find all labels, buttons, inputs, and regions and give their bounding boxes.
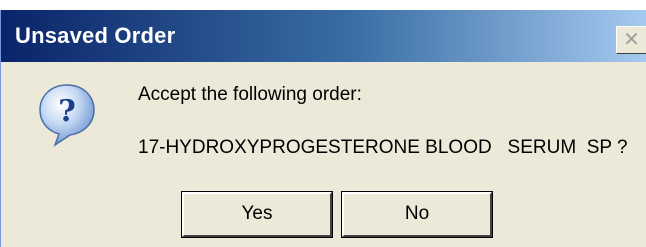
title-bar[interactable]: Unsaved Order ✕: [1, 10, 646, 62]
window-title: Unsaved Order: [15, 23, 176, 48]
close-button[interactable]: ✕: [616, 26, 646, 54]
unsaved-order-dialog: Unsaved Order ✕ ? Accept the following o…: [0, 10, 646, 247]
yes-button[interactable]: Yes: [181, 191, 333, 238]
close-icon: ✕: [623, 27, 640, 51]
svg-text:?: ?: [58, 94, 76, 129]
message-order-name: 17-HYDROXYPROGESTERONE BLOOD SERUM SP ?: [138, 137, 628, 158]
no-button[interactable]: No: [341, 191, 493, 238]
question-icon: ?: [39, 84, 95, 147]
message-line-1: Accept the following order:: [138, 84, 362, 105]
